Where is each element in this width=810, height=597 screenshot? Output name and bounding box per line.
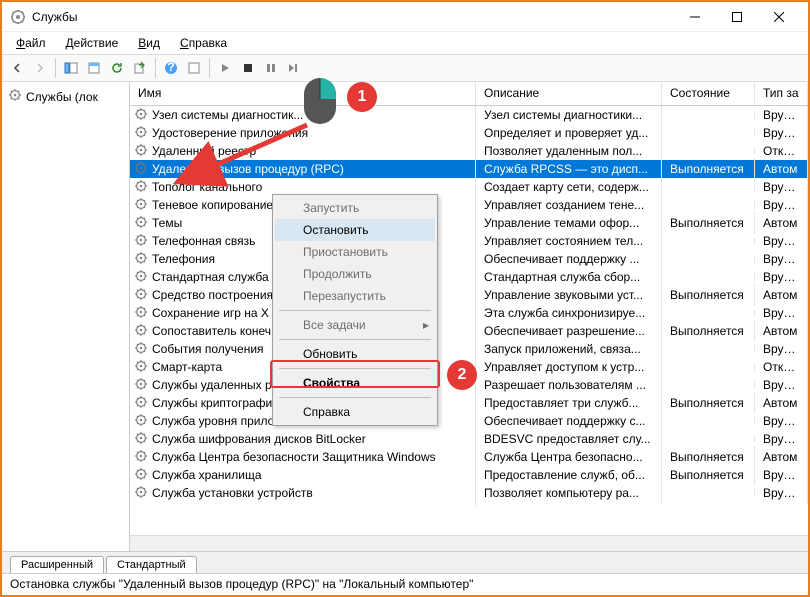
- ctx-separator: [279, 339, 431, 340]
- svg-text:?: ?: [167, 61, 174, 74]
- toolbar-separator: [209, 58, 210, 78]
- show-hide-tree-button[interactable]: [60, 57, 82, 79]
- close-button[interactable]: [758, 3, 800, 31]
- refresh-button[interactable]: [106, 57, 128, 79]
- toolbar: ?: [2, 54, 808, 82]
- main-panel: Имя Описание Состояние Тип за Узел систе…: [130, 82, 808, 551]
- service-state: [662, 111, 755, 119]
- status-text: Остановка службы "Удаленный вызов процед…: [10, 577, 473, 591]
- ctx-start[interactable]: Запустить: [275, 197, 435, 219]
- ctx-properties[interactable]: Свойства: [275, 372, 435, 394]
- service-state: [662, 435, 755, 443]
- ctx-resume[interactable]: Продолжить: [275, 263, 435, 285]
- service-state: [662, 237, 755, 245]
- service-state: [662, 129, 755, 137]
- toolbar-separator: [155, 58, 156, 78]
- service-state: [662, 381, 755, 389]
- window-title: Службы: [32, 10, 674, 24]
- start-service-button[interactable]: [214, 57, 236, 79]
- service-state: Выполняется: [662, 212, 755, 234]
- titlebar: Службы: [2, 2, 808, 32]
- menu-help[interactable]: Справка: [172, 34, 235, 52]
- service-state: [662, 489, 755, 497]
- service-state: Выполняется: [662, 392, 755, 414]
- back-button[interactable]: [6, 57, 28, 79]
- service-state: Выполняется: [662, 158, 755, 180]
- service-state: [662, 201, 755, 209]
- context-menu: Запустить Остановить Приостановить Продо…: [272, 194, 438, 426]
- ctx-separator: [279, 368, 431, 369]
- service-state: [662, 417, 755, 425]
- service-state: [662, 273, 755, 281]
- forward-button[interactable]: [29, 57, 51, 79]
- ctx-help[interactable]: Справка: [275, 401, 435, 423]
- menubar: Файл Действие Вид Справка: [2, 32, 808, 54]
- gear-icon: [8, 88, 22, 105]
- tab-standard[interactable]: Стандартный: [106, 556, 197, 573]
- minimize-button[interactable]: [674, 3, 716, 31]
- tool-button[interactable]: [183, 57, 205, 79]
- sidebar: Службы (лок: [2, 82, 130, 551]
- column-description[interactable]: Описание: [476, 82, 662, 105]
- service-state: [662, 255, 755, 263]
- ctx-separator: [279, 310, 431, 311]
- list-header: Имя Описание Состояние Тип за: [130, 82, 808, 106]
- service-type: Вручну: [755, 482, 808, 504]
- ctx-pause[interactable]: Приостановить: [275, 241, 435, 263]
- service-state: [662, 147, 755, 155]
- app-icon: [10, 9, 26, 25]
- menu-view[interactable]: Вид: [130, 34, 168, 52]
- horizontal-scrollbar[interactable]: [130, 535, 808, 551]
- menu-file[interactable]: Файл: [8, 34, 54, 52]
- sidebar-label: Службы (лок: [26, 90, 98, 104]
- ctx-restart[interactable]: Перезапустить: [275, 285, 435, 307]
- annotation-badge-2: 2: [447, 360, 477, 390]
- ctx-refresh[interactable]: Обновить: [275, 343, 435, 365]
- export-button[interactable]: [129, 57, 151, 79]
- ctx-separator: [279, 397, 431, 398]
- maximize-button[interactable]: [716, 3, 758, 31]
- menu-action[interactable]: Действие: [58, 34, 127, 52]
- sidebar-services-node[interactable]: Службы (лок: [6, 86, 125, 107]
- pause-service-button[interactable]: [260, 57, 282, 79]
- service-desc: Позволяет компьютеру ра...: [476, 482, 662, 504]
- annotation-badge-1: 1: [347, 82, 377, 112]
- status-bar: Остановка службы "Удаленный вызов процед…: [2, 573, 808, 595]
- tab-extended[interactable]: Расширенный: [10, 556, 104, 573]
- service-state: Выполняется: [662, 284, 755, 306]
- service-name: Служба установки устройств: [152, 486, 313, 500]
- properties-button[interactable]: [83, 57, 105, 79]
- column-startup-type[interactable]: Тип за: [755, 82, 808, 105]
- stop-service-button[interactable]: [237, 57, 259, 79]
- view-tabs: Расширенный Стандартный: [2, 551, 808, 573]
- service-state: [662, 363, 755, 371]
- service-state: [662, 345, 755, 353]
- service-list[interactable]: Узел системы диагностик...Узел системы д…: [130, 106, 808, 535]
- service-state: Выполняется: [662, 320, 755, 342]
- toolbar-separator: [55, 58, 56, 78]
- ctx-stop[interactable]: Остановить: [275, 219, 435, 241]
- help-button[interactable]: ?: [160, 57, 182, 79]
- service-row[interactable]: Служба установки устройств Позволяет комп…: [130, 484, 808, 502]
- mouse-icon: [300, 74, 340, 128]
- ctx-all-tasks[interactable]: Все задачи: [275, 314, 435, 336]
- column-state[interactable]: Состояние: [662, 82, 755, 105]
- service-state: Выполняется: [662, 464, 755, 486]
- service-state: [662, 309, 755, 317]
- gear-icon: [134, 485, 148, 502]
- service-state: [662, 183, 755, 191]
